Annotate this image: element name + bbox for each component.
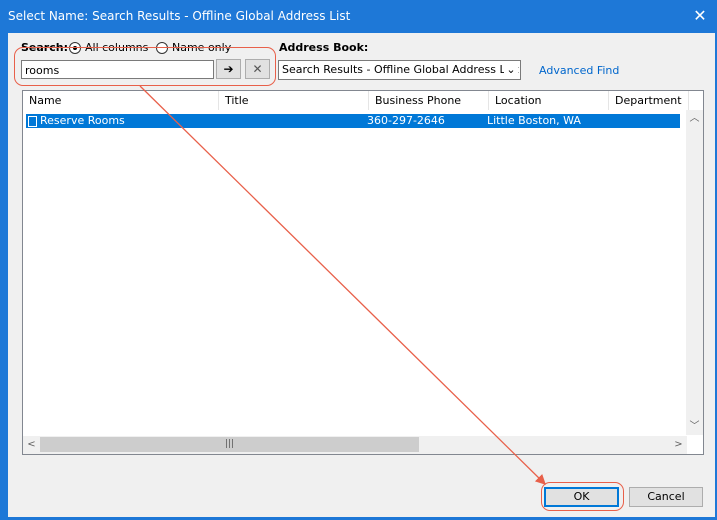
column-header-location[interactable]: Location	[489, 91, 609, 110]
scroll-left-icon[interactable]: <	[23, 436, 40, 453]
close-icon[interactable]: ✕	[687, 6, 713, 26]
scroll-down-icon[interactable]: ﹀	[686, 418, 703, 435]
chevron-down-icon: ⌄	[504, 61, 518, 79]
cell-location: Little Boston, WA	[487, 114, 581, 127]
column-header-department[interactable]: Department	[609, 91, 689, 110]
horizontal-scrollbar[interactable]: < ||| >	[23, 436, 687, 454]
title-bar: Select Name: Search Results - Offline Gl…	[0, 0, 717, 33]
cancel-button[interactable]: Cancel	[629, 487, 703, 507]
address-book-value: Search Results - Offline Global Address …	[282, 63, 519, 76]
column-header-business-phone[interactable]: Business Phone	[369, 91, 489, 110]
scroll-up-icon[interactable]: ︿	[686, 110, 703, 127]
window-frame-left	[0, 33, 8, 520]
table-row[interactable]: Reserve Rooms 360-297-2646 Little Boston…	[26, 114, 680, 128]
contact-icon	[28, 116, 37, 127]
results-list[interactable]: Name Title Business Phone Location Depar…	[22, 90, 704, 455]
ok-highlight-annotation	[541, 482, 624, 511]
column-header-title[interactable]: Title	[219, 91, 369, 110]
address-book-select[interactable]: Search Results - Offline Global Address …	[278, 60, 521, 80]
search-highlight-annotation	[14, 47, 276, 86]
cell-name: Reserve Rooms	[40, 114, 125, 127]
cell-business-phone: 360-297-2646	[367, 114, 445, 127]
scroll-right-icon[interactable]: >	[670, 436, 687, 453]
advanced-find-link[interactable]: Advanced Find	[539, 64, 619, 77]
column-header-name[interactable]: Name	[23, 91, 219, 110]
scroll-thumb[interactable]: |||	[40, 437, 419, 452]
address-book-label: Address Book:	[279, 41, 369, 54]
window-title: Select Name: Search Results - Offline Gl…	[8, 9, 351, 23]
vertical-scrollbar[interactable]: ︿ ﹀	[686, 110, 703, 435]
dialog-body: Search: All columns Name only rooms ➔ ✕ …	[8, 33, 715, 517]
